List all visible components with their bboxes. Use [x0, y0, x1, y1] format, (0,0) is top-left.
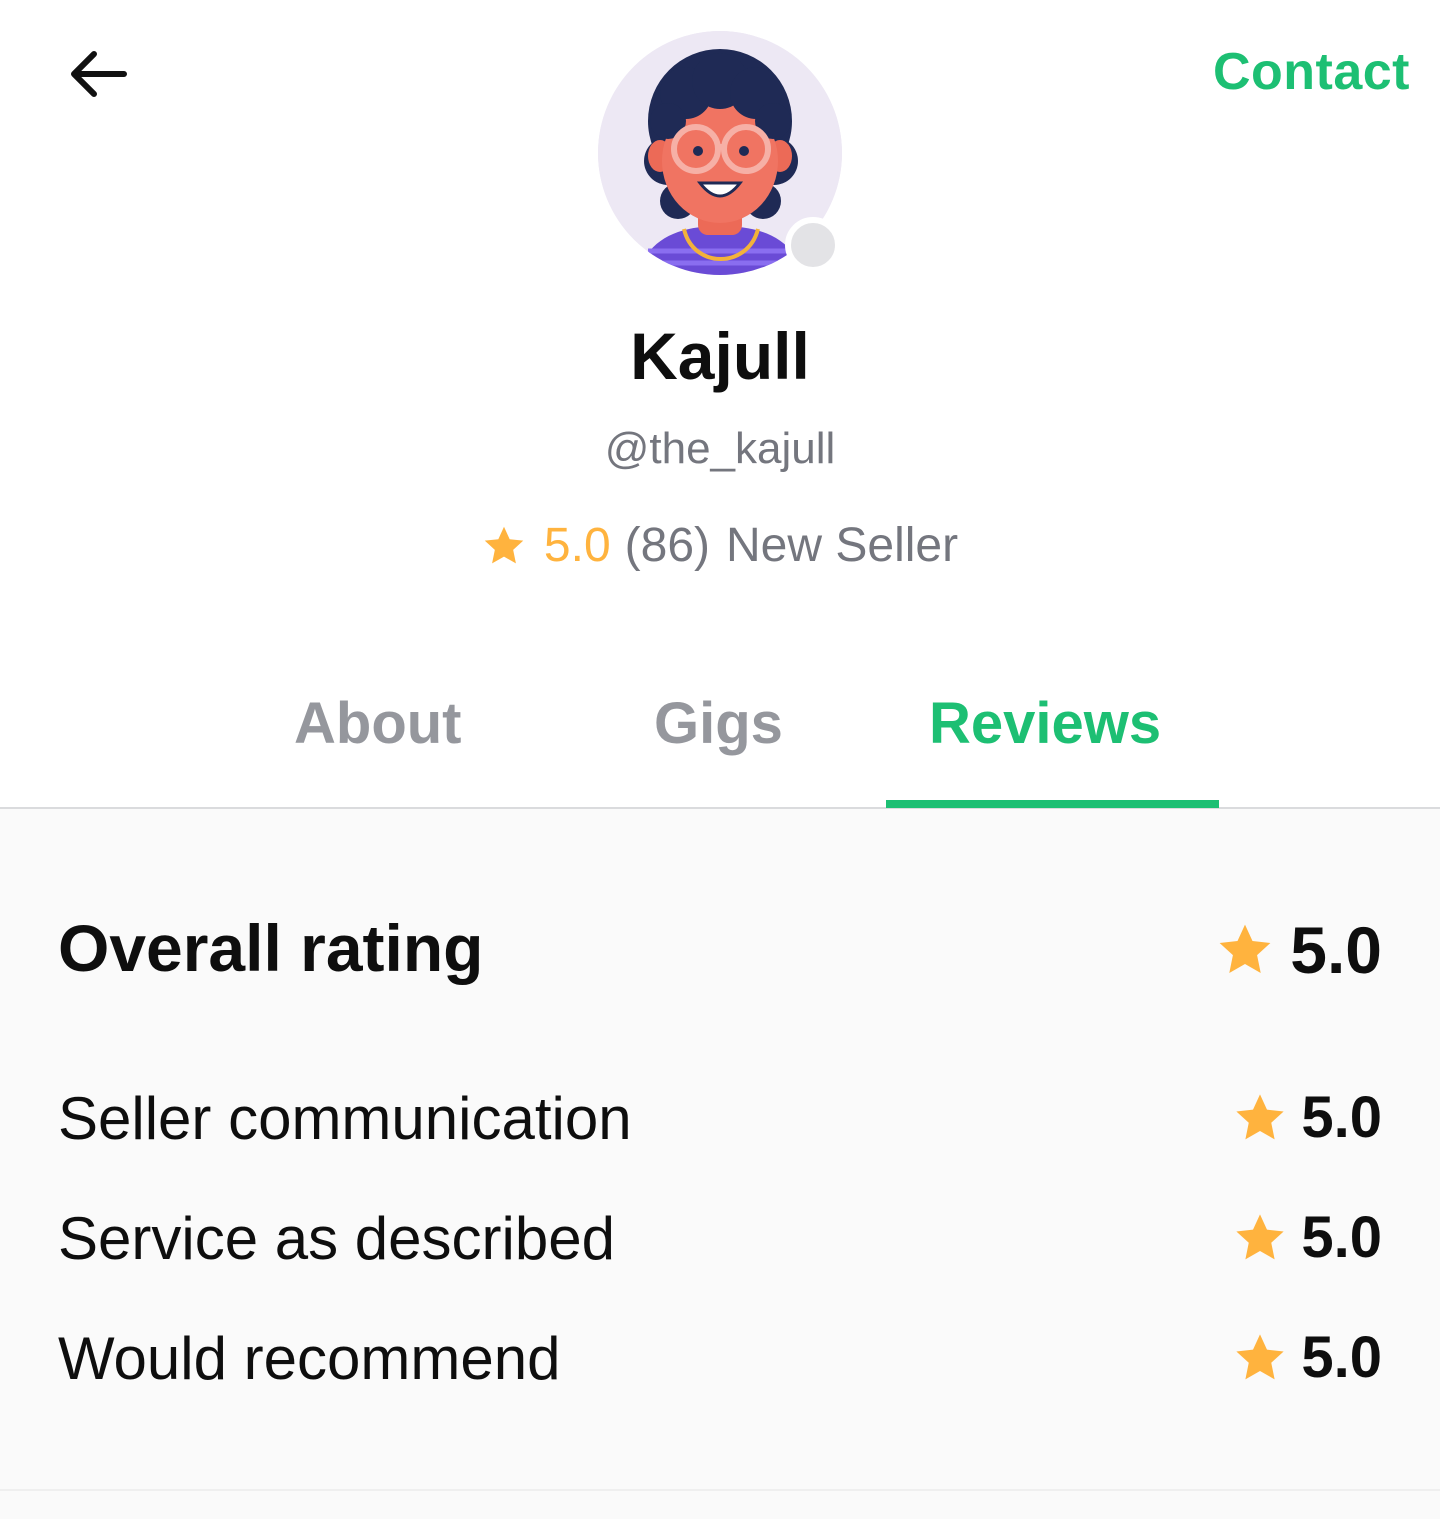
- rating-value: 5.0: [543, 519, 611, 572]
- service-as-described-label: Service as described: [58, 1205, 615, 1272]
- online-status-indicator: [785, 217, 841, 273]
- star-icon: [1219, 924, 1271, 973]
- star-icon: [484, 526, 524, 563]
- overall-rating-label: Overall rating: [58, 911, 484, 985]
- score-value: 5.0: [1301, 1085, 1382, 1150]
- would-recommend-score: 5.0: [1233, 1324, 1382, 1391]
- tab-reviews[interactable]: Reviews: [929, 690, 1161, 757]
- profile-handle: @the_kajull: [604, 424, 836, 473]
- service-as-described-score: 5.0: [1233, 1204, 1382, 1271]
- tab-gigs[interactable]: Gigs: [654, 690, 783, 757]
- star-icon: [1236, 1213, 1284, 1259]
- star-icon: [1236, 1333, 1284, 1379]
- seller-communication-score: 5.0: [1233, 1084, 1382, 1151]
- seller-communication-label: Seller communication: [58, 1085, 632, 1152]
- score-value: 5.0: [1301, 1325, 1382, 1390]
- star-icon: [1236, 1093, 1284, 1139]
- overall-rating-value: 5.0: [1290, 913, 1382, 987]
- seller-level: New Seller: [726, 519, 959, 572]
- divider: [0, 1489, 1440, 1491]
- tab-about[interactable]: About: [294, 690, 462, 757]
- active-tab-indicator: [886, 800, 1219, 808]
- review-count: (86): [624, 519, 710, 572]
- back-button[interactable]: [62, 40, 134, 112]
- would-recommend-label: Would recommend: [58, 1325, 561, 1392]
- profile-name: Kajull: [630, 319, 810, 393]
- contact-button[interactable]: Contact: [1213, 42, 1410, 102]
- overall-rating-score: 5.0: [1216, 912, 1382, 988]
- arrow-left-icon: [71, 51, 127, 97]
- rating-summary: 5.0 (86) New Seller: [0, 518, 1440, 573]
- score-value: 5.0: [1301, 1205, 1382, 1270]
